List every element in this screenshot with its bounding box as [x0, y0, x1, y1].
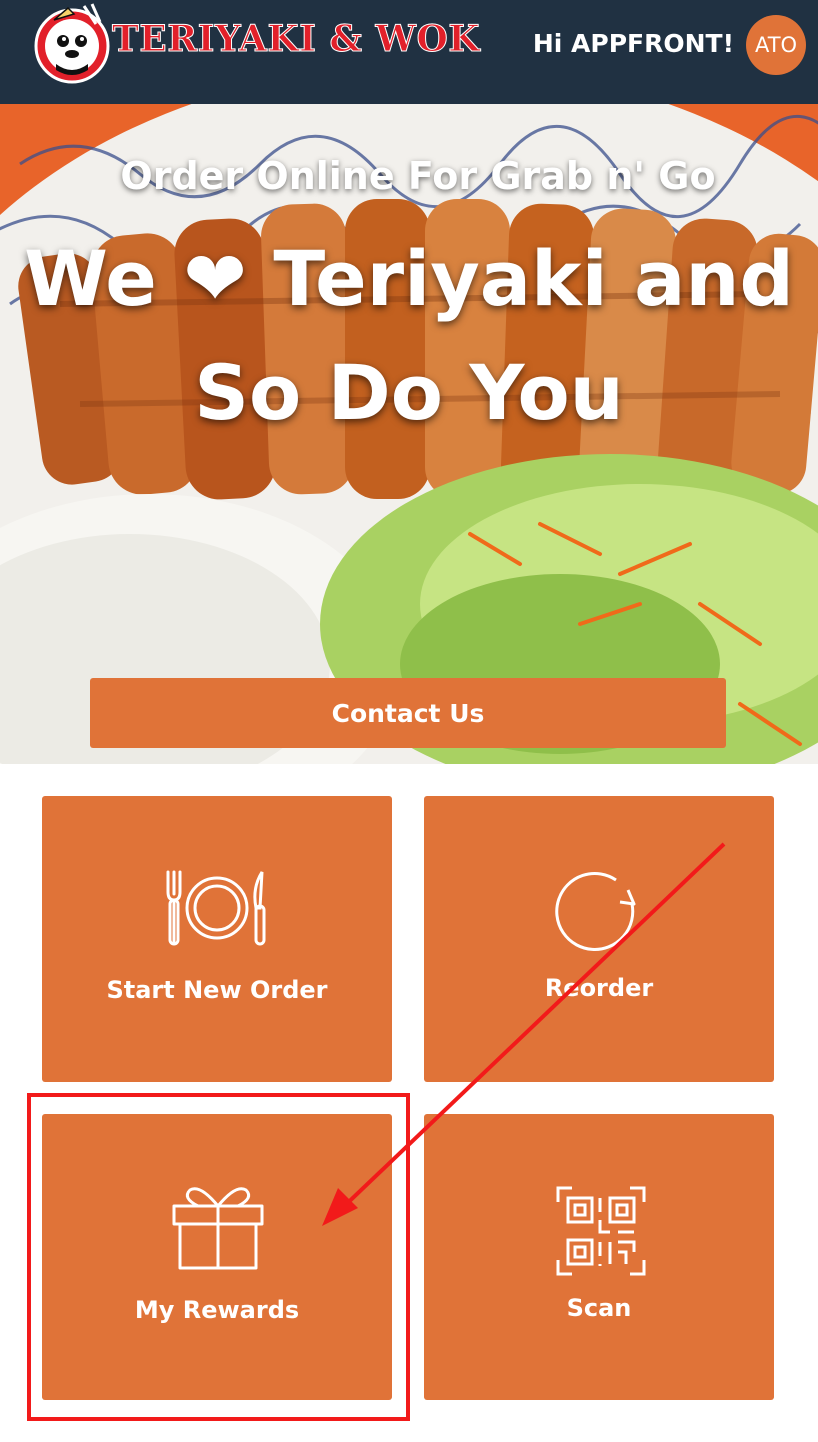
mascot-logo-icon — [34, 3, 110, 84]
tile-label: My Rewards — [134, 1296, 300, 1324]
qr-code-icon — [556, 1186, 646, 1276]
hero-banner: Order Online For Grab n' Go We ❤ Teriyak… — [0, 104, 818, 764]
user-greeting: Hi APPFRONT! — [532, 29, 734, 58]
avatar[interactable]: ATO — [746, 15, 806, 75]
tile-label: Reorder — [544, 974, 654, 1002]
tile-label: Start New Order — [106, 976, 328, 1004]
hero-subtitle: Order Online For Grab n' Go — [120, 154, 716, 198]
hero-title: We ❤ Teriyaki and So Do You — [24, 234, 794, 437]
gift-icon — [172, 1187, 264, 1270]
top-bar: TERIYAKI & WOK Hi APPFRONT! ATO — [0, 0, 818, 104]
start-new-order-tile[interactable]: Start New Order — [42, 796, 392, 1082]
reorder-tile[interactable]: Reorder — [424, 796, 774, 1082]
tile-label: Scan — [566, 1294, 632, 1322]
my-rewards-tile[interactable]: My Rewards — [42, 1114, 392, 1400]
brand-logo[interactable]: TERIYAKI & WOK — [34, 2, 480, 86]
contact-us-button[interactable]: Contact Us — [90, 678, 726, 748]
scan-tile[interactable]: Scan — [424, 1114, 774, 1400]
cutlery-plate-icon — [166, 870, 266, 946]
brand-name: TERIYAKI & WOK — [111, 18, 481, 61]
reorder-icon — [555, 872, 636, 951]
